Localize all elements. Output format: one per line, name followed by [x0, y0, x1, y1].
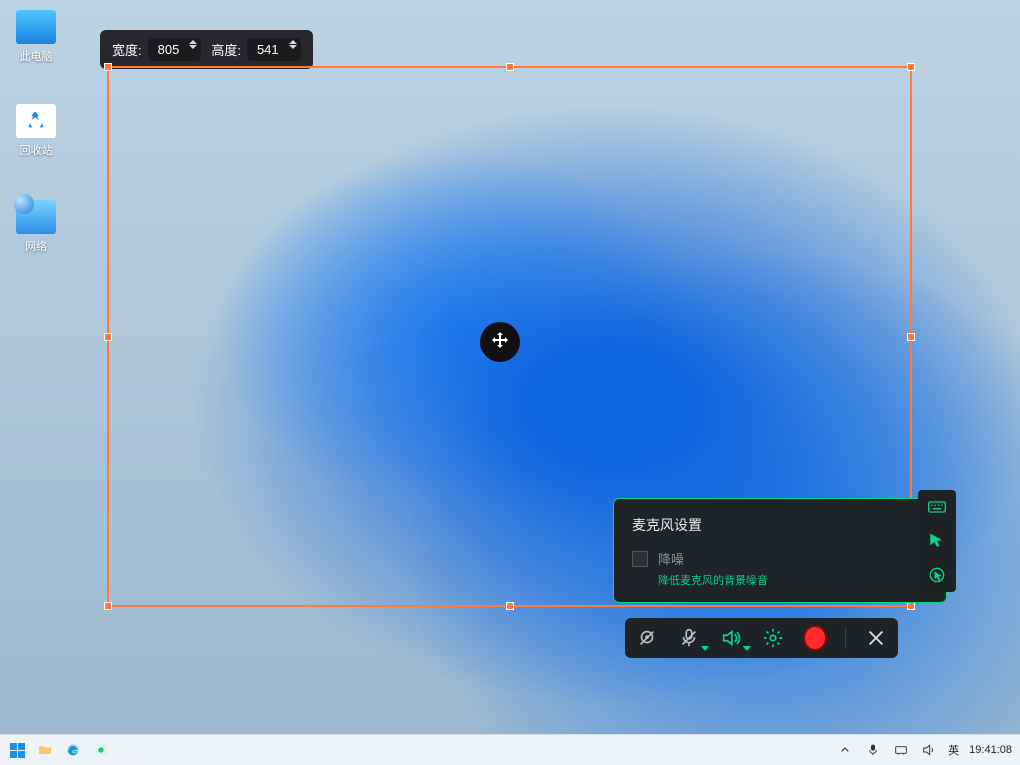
settings-button[interactable]: [761, 626, 785, 650]
chevron-down-icon[interactable]: [743, 646, 751, 651]
webcam-off-icon: [636, 627, 658, 649]
keyboard-icon: [927, 497, 947, 517]
noise-reduction-checkbox[interactable]: [632, 551, 648, 567]
close-button[interactable]: [864, 626, 888, 650]
webcam-button[interactable]: [635, 626, 659, 650]
noise-reduction-label: 降噪: [658, 549, 768, 568]
record-button[interactable]: [803, 626, 827, 650]
desktop-icon-recycle-bin[interactable]: 回收站: [8, 104, 64, 158]
resize-handle-s[interactable]: [506, 602, 514, 610]
noise-reduction-sub: 降低麦克风的背景噪音: [658, 572, 768, 588]
record-icon: [803, 625, 827, 651]
tray-microphone[interactable]: [864, 741, 882, 759]
ethernet-icon: [893, 742, 909, 758]
dimension-toolbar[interactable]: 宽度: 805 高度: 541: [100, 30, 313, 69]
width-label: 宽度:: [112, 40, 142, 59]
chevron-down-icon[interactable]: [701, 646, 709, 651]
monitor-icon: [16, 10, 56, 44]
resize-handle-e[interactable]: [907, 333, 915, 341]
taskbar-recorder-app[interactable]: [92, 741, 110, 759]
network-icon: [16, 200, 56, 234]
start-button[interactable]: [8, 741, 26, 759]
keyboard-overlay-button[interactable]: [924, 496, 950, 518]
resize-handle-ne[interactable]: [907, 63, 915, 71]
desktop-icon-label: 回收站: [8, 142, 64, 158]
speaker-icon: [720, 627, 742, 649]
height-input[interactable]: 541: [247, 38, 301, 61]
tray-volume[interactable]: [920, 741, 938, 759]
resize-handle-w[interactable]: [104, 333, 112, 341]
cursor-highlight-button[interactable]: [924, 530, 950, 552]
click-ripple-button[interactable]: [924, 564, 950, 586]
popup-title: 麦克风设置: [632, 515, 928, 535]
microphone-settings-popup: 麦克风设置 降噪 降低麦克风的背景噪音: [613, 498, 947, 603]
microphone-icon: [865, 742, 881, 758]
side-tool-strip: [918, 490, 956, 592]
edge-icon: [65, 742, 81, 758]
tray-ime[interactable]: 英: [948, 742, 959, 758]
resize-handle-sw[interactable]: [104, 602, 112, 610]
taskbar: 英 19:41:08: [0, 734, 1020, 765]
taskbar-edge[interactable]: [64, 741, 82, 759]
width-input[interactable]: 805: [148, 38, 202, 61]
windows-icon: [10, 743, 25, 758]
gear-icon: [762, 627, 784, 649]
speaker-icon: [921, 742, 937, 758]
cursor-icon: [927, 531, 947, 551]
resize-handle-se[interactable]: [907, 602, 915, 610]
resize-handle-n[interactable]: [506, 63, 514, 71]
width-stepper[interactable]: [189, 40, 197, 49]
chevron-up-icon: [837, 742, 853, 758]
desktop-icon-network[interactable]: 网络: [8, 200, 64, 254]
system-audio-button[interactable]: [719, 626, 743, 650]
tray-network[interactable]: [892, 741, 910, 759]
desktop-icon-label: 网络: [8, 238, 64, 254]
resize-handle-nw[interactable]: [104, 63, 112, 71]
separator: [845, 627, 846, 649]
folder-icon: [37, 742, 53, 758]
microphone-off-icon: [678, 627, 700, 649]
taskbar-explorer[interactable]: [36, 741, 54, 759]
tray-overflow[interactable]: [836, 741, 854, 759]
height-label: 高度:: [211, 40, 241, 59]
recycle-icon: [16, 104, 56, 138]
desktop-icon-this-pc[interactable]: 此电脑: [8, 10, 64, 64]
height-stepper[interactable]: [289, 40, 297, 49]
click-ripple-icon: [927, 565, 947, 585]
desktop-icon-label: 此电脑: [8, 48, 64, 64]
app-icon: [93, 742, 109, 758]
close-icon: [865, 627, 887, 649]
tray-clock[interactable]: 19:41:08: [969, 744, 1012, 756]
move-handle[interactable]: [480, 322, 520, 362]
microphone-button[interactable]: [677, 626, 701, 650]
move-icon: [488, 330, 512, 354]
recording-toolbar: [625, 618, 898, 658]
